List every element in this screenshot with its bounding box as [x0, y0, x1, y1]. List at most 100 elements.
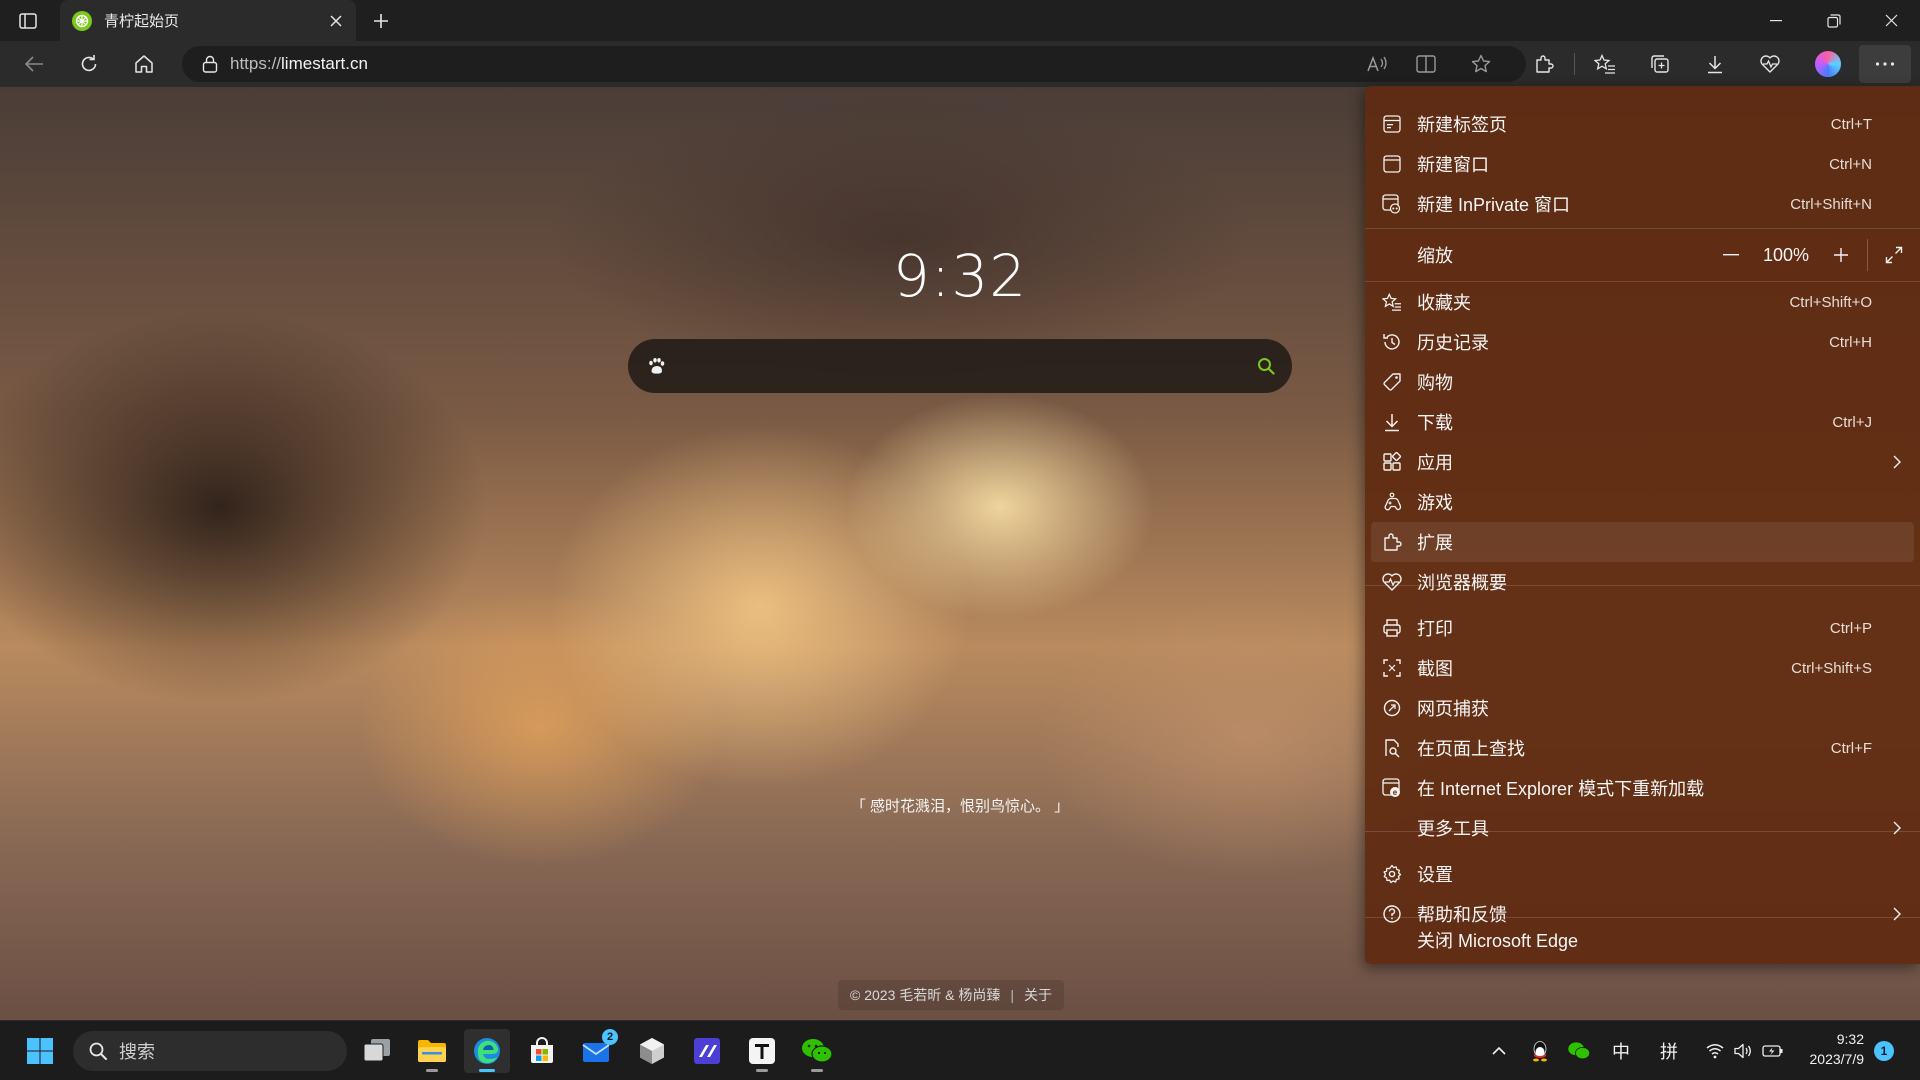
minus-icon: [1723, 254, 1739, 256]
menu-item-history[interactable]: 历史记录 Ctrl+H: [1365, 322, 1920, 362]
show-hidden-icons-button[interactable]: [1484, 1031, 1514, 1071]
menu-item-new-inprivate-window[interactable]: 新建 InPrivate 窗口 Ctrl+Shift+N: [1365, 184, 1920, 224]
notification-badge[interactable]: 1: [1874, 1041, 1894, 1061]
shortcut-label: Ctrl+Shift+N: [1790, 195, 1872, 213]
add-favorite-button[interactable]: [1465, 49, 1497, 79]
tab-close-button[interactable]: [322, 7, 350, 35]
split-screen-icon: [1416, 55, 1436, 73]
volume-icon: [1734, 1043, 1751, 1059]
task-view-icon: [363, 1039, 390, 1062]
menu-item-games[interactable]: 游戏: [1365, 482, 1920, 522]
game-controller-icon: [1381, 491, 1403, 513]
typora-button[interactable]: [739, 1029, 785, 1073]
lock-icon[interactable]: [190, 55, 230, 73]
zoom-out-button[interactable]: [1711, 235, 1751, 275]
close-icon: [1885, 14, 1897, 27]
page-search-bar[interactable]: [628, 339, 1292, 393]
menu-item-shopping[interactable]: 购物: [1365, 362, 1920, 402]
mail-button[interactable]: 2: [574, 1029, 620, 1073]
menu-item-find-on-page[interactable]: 在页面上查找 Ctrl+F: [1365, 728, 1920, 768]
extensions-button[interactable]: [1527, 49, 1561, 79]
ime-mode-indicator[interactable]: 拼: [1652, 1031, 1686, 1071]
paw-icon[interactable]: [644, 354, 668, 378]
back-button[interactable]: [17, 49, 51, 79]
tray-qq-icon[interactable]: [1524, 1031, 1556, 1071]
shortcut-label: Ctrl+Shift+S: [1791, 659, 1872, 677]
back-arrow-icon: [24, 56, 43, 72]
menu-item-print[interactable]: 打印 Ctrl+P: [1365, 608, 1920, 648]
home-button[interactable]: [127, 49, 161, 79]
screenshot-icon: [1381, 657, 1403, 679]
new-tab-icon: [1381, 113, 1403, 135]
page-search-input[interactable]: [682, 349, 1222, 383]
browser-toolbar: https://limestart.cn: [0, 41, 1920, 87]
menu-item-browser-essentials[interactable]: 浏览器概要: [1365, 562, 1920, 602]
full-screen-button[interactable]: [1874, 235, 1914, 275]
restore-button[interactable]: [1805, 0, 1863, 41]
mail-badge: 2: [602, 1029, 618, 1045]
menu-item-more-tools[interactable]: 更多工具: [1365, 808, 1920, 848]
chevron-up-icon: [1492, 1047, 1506, 1055]
menu-item-ie-mode[interactable]: e 在 Internet Explorer 模式下重新加载: [1365, 768, 1920, 808]
unity-hub-button[interactable]: [629, 1029, 675, 1073]
wifi-icon: [1706, 1044, 1724, 1059]
menu-item-new-window[interactable]: 新建窗口 Ctrl+N: [1365, 144, 1920, 184]
menu-item-screenshot[interactable]: 截图 Ctrl+Shift+S: [1365, 648, 1920, 688]
shortcut-label: Ctrl+H: [1829, 333, 1872, 351]
file-explorer-button[interactable]: [409, 1029, 455, 1073]
folder-icon: [418, 1040, 446, 1062]
store-icon: [531, 1037, 553, 1063]
web-capture-icon: [1381, 697, 1403, 719]
minimize-button[interactable]: [1747, 0, 1805, 41]
settings-and-more-button[interactable]: [1859, 45, 1911, 83]
task-view-button[interactable]: [354, 1029, 400, 1073]
lime-icon: [72, 10, 92, 31]
favorites-button[interactable]: [1588, 49, 1622, 79]
address-bar[interactable]: https://limestart.cn: [182, 46, 1526, 82]
history-icon: [1381, 331, 1403, 353]
menu-item-favorites[interactable]: 收藏夹 Ctrl+Shift+O: [1365, 282, 1920, 322]
new-window-icon: [1381, 153, 1403, 175]
collections-button[interactable]: [1643, 49, 1677, 79]
tab-actions-button[interactable]: [14, 8, 42, 34]
microsoft-store-button[interactable]: [519, 1029, 565, 1073]
downloads-button[interactable]: [1698, 49, 1732, 79]
quick-settings-button[interactable]: [1700, 1031, 1790, 1071]
restore-icon: [1827, 13, 1841, 28]
menu-item-settings[interactable]: 设置: [1365, 854, 1920, 894]
zoom-in-button[interactable]: [1821, 235, 1861, 275]
windows-logo-icon: [27, 1038, 53, 1064]
internet-explorer-icon: e: [1381, 777, 1403, 799]
tray-wechat-icon[interactable]: [1562, 1031, 1596, 1071]
page-footer: © 2023 毛若昕 & 杨尚臻 | 关于: [838, 980, 1064, 1010]
menu-item-extensions[interactable]: 扩展: [1371, 522, 1914, 562]
browser-tab-active[interactable]: 青柠起始页: [60, 0, 356, 41]
tab-actions-icon: [19, 13, 37, 29]
refresh-button[interactable]: [72, 49, 106, 79]
edge-taskbar-button[interactable]: [464, 1029, 510, 1073]
search-icon[interactable]: [1252, 352, 1280, 380]
menu-item-web-capture[interactable]: 网页捕获: [1365, 688, 1920, 728]
visual-studio-button[interactable]: [684, 1029, 730, 1073]
shortcut-label: Ctrl+N: [1829, 155, 1872, 173]
new-tab-button[interactable]: [366, 6, 396, 36]
profile-avatar[interactable]: [1813, 49, 1843, 79]
menu-item-downloads[interactable]: 下载 Ctrl+J: [1365, 402, 1920, 442]
menu-item-close-edge[interactable]: 关闭 Microsoft Edge: [1365, 920, 1920, 960]
menu-item-new-tab[interactable]: 新建标签页 Ctrl+T: [1365, 104, 1920, 144]
inprivate-icon: [1381, 193, 1403, 215]
split-screen-button[interactable]: [1410, 49, 1442, 79]
browser-essentials-button[interactable]: [1753, 49, 1787, 79]
read-aloud-button[interactable]: [1362, 49, 1394, 79]
close-window-button[interactable]: [1862, 0, 1920, 41]
about-link[interactable]: 关于: [1024, 985, 1052, 1005]
shortcut-label: Ctrl+T: [1830, 115, 1872, 133]
wechat-icon: [802, 1039, 833, 1063]
taskbar-search[interactable]: 搜索: [73, 1031, 347, 1071]
puzzle-icon: [1536, 55, 1554, 73]
heart-pulse-icon: [1381, 571, 1403, 593]
ime-language-indicator[interactable]: 中: [1604, 1031, 1638, 1071]
menu-item-apps[interactable]: 应用: [1365, 442, 1920, 482]
start-button[interactable]: [17, 1029, 63, 1073]
wechat-button[interactable]: [794, 1029, 840, 1073]
